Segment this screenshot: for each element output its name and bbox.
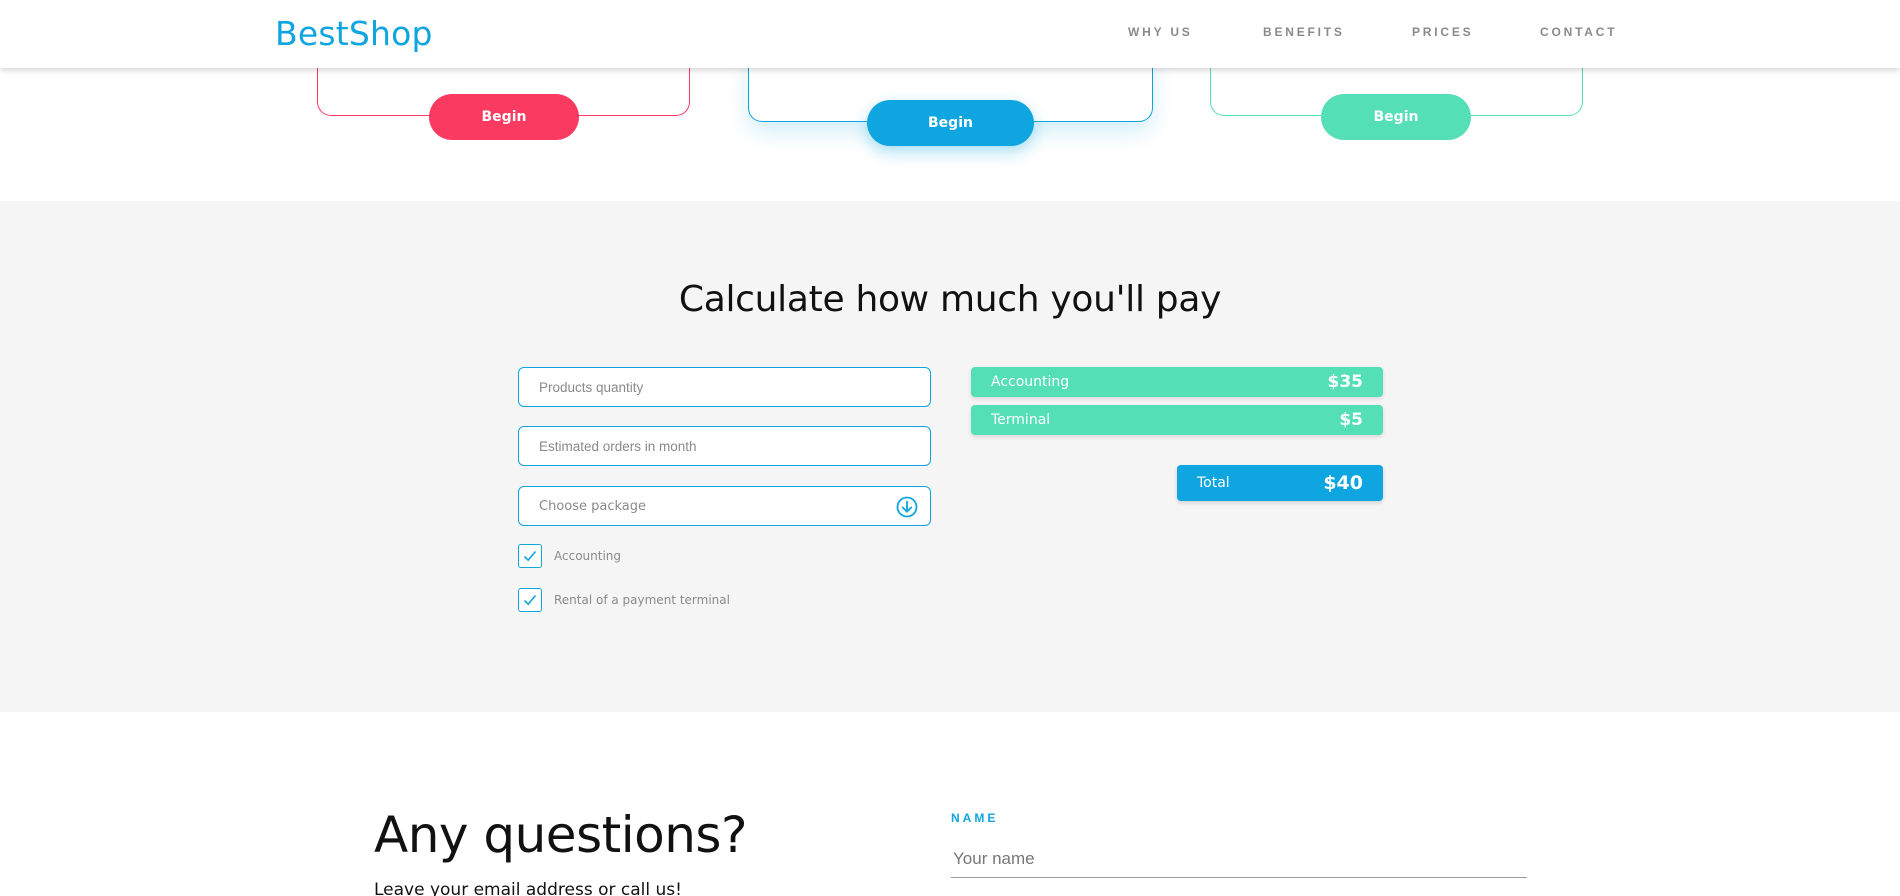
logo[interactable]: BestShop (275, 14, 433, 53)
site-header: BestShop WHY US BENEFITS PRICES CONTACT (0, 0, 1900, 68)
terminal-checkbox-label: Rental of a payment terminal (554, 593, 730, 607)
nav-prices[interactable]: PRICES (1412, 25, 1473, 39)
check-icon (523, 594, 537, 606)
orders-input[interactable] (539, 438, 899, 454)
begin-button-professional[interactable]: Begin (867, 100, 1034, 146)
package-select[interactable]: Choose package (518, 486, 931, 526)
summary-total-label: Total (1197, 475, 1230, 491)
nav-benefits[interactable]: BENEFITS (1263, 25, 1345, 39)
nav-why-us[interactable]: WHY US (1128, 25, 1193, 39)
contact-title: Any questions? (374, 806, 747, 864)
contact-subtitle: Leave your email address or call us! (374, 880, 682, 896)
summary-total: Total $40 (1177, 465, 1383, 501)
package-select-label: Choose package (539, 498, 647, 514)
terminal-checkbox[interactable] (518, 588, 542, 612)
accounting-checkbox-label: Accounting (554, 549, 622, 563)
arrow-down-circle-icon[interactable] (896, 496, 918, 518)
begin-button-premium[interactable]: Begin (1321, 94, 1471, 140)
nav-contact[interactable]: CONTACT (1540, 25, 1617, 39)
summary-terminal-label: Terminal (991, 412, 1051, 428)
accounting-checkbox[interactable] (518, 544, 542, 568)
summary-accounting: Accounting $35 (971, 367, 1383, 397)
begin-button-basic[interactable]: Begin (429, 94, 579, 140)
orders-field[interactable] (518, 426, 931, 466)
summary-total-price: $40 (1323, 472, 1363, 494)
terminal-checkbox-row[interactable]: Rental of a payment terminal (518, 588, 730, 612)
products-quantity-input[interactable] (539, 379, 899, 395)
calculator-title: Calculate how much you'll pay (678, 279, 1222, 320)
accounting-checkbox-row[interactable]: Accounting (518, 544, 621, 568)
check-icon (523, 550, 537, 562)
name-field-label: NAME (951, 811, 999, 825)
calculator-section: Calculate how much you'll pay Choose pac… (0, 201, 1900, 712)
summary-accounting-label: Accounting (991, 374, 1070, 390)
summary-accounting-price: $35 (1327, 372, 1364, 392)
summary-terminal-price: $5 (1339, 410, 1363, 430)
name-input[interactable] (951, 840, 1527, 878)
products-quantity-field[interactable] (518, 367, 931, 407)
summary-terminal: Terminal $5 (971, 405, 1383, 435)
